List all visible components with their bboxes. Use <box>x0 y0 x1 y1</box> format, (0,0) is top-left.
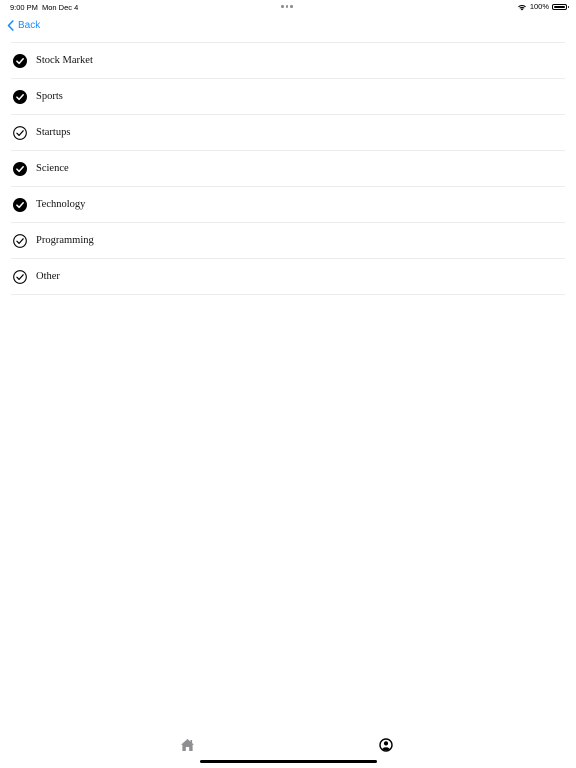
topic-list: Stock Market Sports Startups Science Technol… <box>11 42 565 295</box>
checkmark-outline-icon <box>11 269 36 284</box>
checkmark-outline-icon <box>11 125 36 140</box>
topic-row[interactable]: Startups <box>11 115 565 151</box>
tab-bar <box>0 728 576 768</box>
status-bar: 9:00 PM Mon Dec 4 100% <box>0 0 576 14</box>
battery-percentage: 100% <box>529 2 549 11</box>
checkmark-filled-icon <box>11 89 36 104</box>
topic-label: Programming <box>36 235 94 246</box>
status-indicators: 100% <box>517 2 569 11</box>
multitasking-dots-icon[interactable] <box>281 2 293 8</box>
checkmark-filled-icon <box>11 197 36 212</box>
checkmark-filled-icon <box>11 53 36 68</box>
home-icon[interactable] <box>180 738 195 753</box>
profile-icon[interactable] <box>379 738 393 752</box>
checkmark-filled-icon <box>11 161 36 176</box>
topic-row[interactable]: Science <box>11 151 565 187</box>
topic-row[interactable]: Stock Market <box>11 43 565 79</box>
home-indicator[interactable] <box>200 760 377 763</box>
navigation-bar: Back <box>0 16 576 40</box>
topic-row[interactable]: Programming <box>11 223 565 259</box>
chevron-left-icon <box>7 20 14 31</box>
topic-label: Startups <box>36 127 71 138</box>
topic-label: Stock Market <box>36 55 93 66</box>
back-button[interactable]: Back <box>7 20 40 31</box>
status-time: 9:00 PM <box>10 3 38 12</box>
topic-label: Sports <box>36 91 63 102</box>
battery-full-icon <box>552 3 569 10</box>
topic-row[interactable]: Sports <box>11 79 565 115</box>
topic-label: Science <box>36 163 69 174</box>
topic-row[interactable]: Technology <box>11 187 565 223</box>
back-label: Back <box>18 20 41 31</box>
topic-label: Other <box>36 271 60 282</box>
checkmark-outline-icon <box>11 233 36 248</box>
topic-label: Technology <box>36 199 86 210</box>
topic-row[interactable]: Other <box>11 259 565 295</box>
status-date: Mon Dec 4 <box>42 3 79 12</box>
wifi-icon <box>517 3 527 11</box>
